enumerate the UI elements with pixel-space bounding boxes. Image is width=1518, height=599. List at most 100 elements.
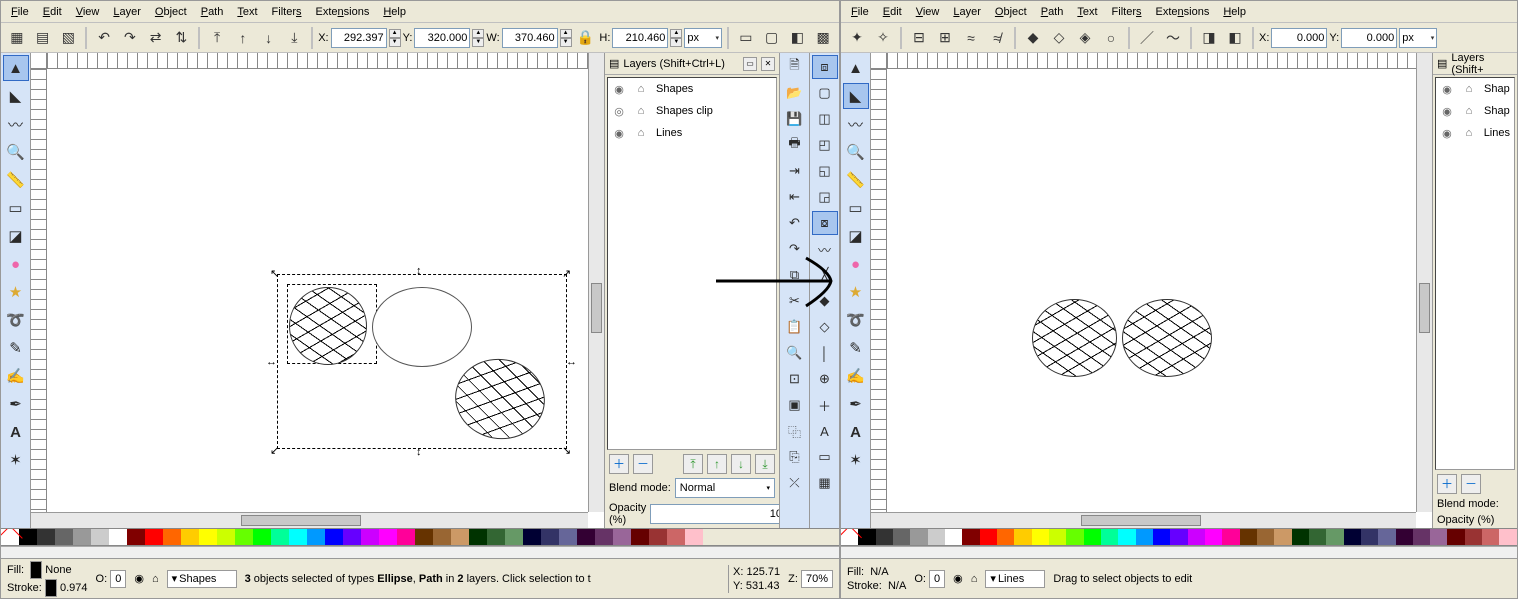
color-swatch[interactable] (1101, 529, 1118, 546)
node-tool-icon[interactable]: ◣ (843, 83, 869, 109)
h-spinner[interactable]: ▲▼ (670, 29, 682, 47)
color-swatch[interactable] (271, 529, 289, 546)
snap-edge-icon[interactable]: ◫ (812, 107, 838, 131)
snap-obj-center-icon[interactable]: ⊕ (812, 367, 838, 391)
color-swatch[interactable] (469, 529, 487, 546)
menu-text[interactable]: Text (1071, 4, 1103, 20)
color-swatch[interactable] (145, 529, 163, 546)
deselect-icon[interactable]: ▧ (57, 26, 81, 50)
color-swatch[interactable] (667, 529, 685, 546)
color-swatch[interactable] (1049, 529, 1066, 546)
color-swatch[interactable] (1447, 529, 1464, 546)
layer-top-button[interactable]: ⤒ (683, 454, 703, 474)
node-join-icon[interactable]: ⊞ (933, 26, 957, 50)
layer-row[interactable]: ◉ ⌂ Shap (1436, 100, 1514, 122)
palette-scrollbar[interactable] (841, 546, 1517, 558)
color-swatch[interactable] (997, 529, 1014, 546)
menu-extensions[interactable]: Extensions (310, 4, 376, 20)
snap-node-icon[interactable]: ⧇ (812, 211, 838, 235)
color-swatch[interactable] (1396, 529, 1413, 546)
snap-page-icon[interactable]: ▭ (812, 445, 838, 469)
menu-filters[interactable]: Filters (266, 4, 308, 20)
menu-object[interactable]: Object (149, 4, 193, 20)
color-swatch[interactable] (181, 529, 199, 546)
selector-tool-icon[interactable]: ▲ (3, 55, 29, 81)
seg-line-icon[interactable]: ／ (1135, 26, 1159, 50)
color-swatch[interactable] (1222, 529, 1239, 546)
calligraphy-tool-icon[interactable]: ✍ (843, 363, 869, 389)
blend-select[interactable]: Normal (675, 478, 775, 498)
visible-icon[interactable]: ◉ (612, 127, 626, 140)
visible-icon[interactable]: ◎ (612, 105, 626, 118)
node-delete-icon[interactable]: ✧ (871, 26, 895, 50)
color-swatch[interactable] (307, 529, 325, 546)
raise-icon[interactable]: ↑ (231, 26, 255, 50)
color-swatch[interactable] (487, 529, 505, 546)
pencil-tool-icon[interactable]: ✎ (843, 335, 869, 361)
lock-icon[interactable]: ⌂ (634, 105, 648, 117)
undo-icon[interactable]: ↶ (782, 211, 808, 235)
visible-icon[interactable]: ◉ (1440, 83, 1454, 96)
print-icon[interactable]: 🖶 (782, 133, 808, 157)
color-swatch[interactable] (289, 529, 307, 546)
color-swatch[interactable] (217, 529, 235, 546)
ruler-vertical[interactable] (871, 69, 887, 512)
color-swatch[interactable] (577, 529, 595, 546)
layer-row[interactable]: ◉ ⌂ Lines (608, 122, 776, 144)
visible-icon[interactable]: ◉ (1440, 127, 1454, 140)
zoom-tool-icon[interactable]: 🔍 (3, 139, 29, 165)
color-swatch[interactable] (631, 529, 649, 546)
node-cusp-icon[interactable]: ◆ (1021, 26, 1045, 50)
layer-row[interactable]: ◎ ⌂ Shapes clip (608, 100, 776, 122)
lock-icon[interactable]: ⌂ (1462, 105, 1476, 117)
opacity-o-value[interactable]: 0 (929, 570, 945, 588)
color-swatch[interactable] (928, 529, 945, 546)
lock-icon[interactable]: ⌂ (1462, 83, 1476, 95)
raise-top-icon[interactable]: ⤒ (205, 26, 229, 50)
lock-icon[interactable]: ⌂ (634, 83, 648, 95)
zoom-input[interactable]: 70% (801, 570, 833, 588)
node-del-seg-icon[interactable]: ≉ (985, 26, 1009, 50)
tweak-tool-icon[interactable]: 〰 (3, 111, 29, 137)
ruler-horizontal[interactable] (887, 53, 1416, 69)
rotate-cw-icon[interactable]: ↷ (118, 26, 142, 50)
layer-lock-icon[interactable]: ⌂ (971, 573, 978, 585)
color-swatch[interactable] (1413, 529, 1430, 546)
visible-icon[interactable]: ◉ (612, 83, 626, 96)
color-swatch[interactable] (1170, 529, 1187, 546)
menu-help[interactable]: Help (377, 4, 412, 20)
color-swatch[interactable] (980, 529, 997, 546)
lock-icon[interactable]: ⌂ (1462, 127, 1476, 139)
selector-tool-icon[interactable]: ▲ (843, 55, 869, 81)
color-swatch[interactable] (127, 529, 145, 546)
x-input[interactable] (1271, 28, 1327, 48)
scrollbar-horizontal[interactable] (31, 512, 588, 528)
color-swatch[interactable] (1084, 529, 1101, 546)
seg-curve-icon[interactable]: 〜 (1161, 26, 1185, 50)
color-swatch[interactable] (1153, 529, 1170, 546)
color-swatch[interactable] (1014, 529, 1031, 546)
snap-mid-icon[interactable]: ◱ (812, 159, 838, 183)
node-insert-icon[interactable]: ✦ (845, 26, 869, 50)
no-fill-swatch[interactable] (1, 529, 19, 546)
color-swatch[interactable] (1361, 529, 1378, 546)
layer-row[interactable]: ◉ ⌂ Lines (1436, 122, 1514, 144)
menu-file[interactable]: File (5, 4, 35, 20)
color-swatch[interactable] (415, 529, 433, 546)
y-input[interactable] (1341, 28, 1397, 48)
no-fill-swatch[interactable] (841, 529, 858, 546)
bezier-tool-icon[interactable]: ✒ (3, 391, 29, 417)
flip-h-icon[interactable]: ⇄ (144, 26, 168, 50)
menu-filters[interactable]: Filters (1106, 4, 1148, 20)
opacity-o-value[interactable]: 0 (110, 570, 126, 588)
export-icon[interactable]: ⇤ (782, 185, 808, 209)
menu-object[interactable]: Object (989, 4, 1033, 20)
canvas[interactable] (871, 53, 1432, 528)
lower-icon[interactable]: ↓ (257, 26, 281, 50)
color-swatch[interactable] (109, 529, 127, 546)
y-input[interactable] (414, 28, 470, 48)
snap-toggle-icon[interactable]: ⧈ (812, 55, 838, 79)
color-swatch[interactable] (199, 529, 217, 546)
ellipse[interactable] (372, 287, 472, 367)
color-swatch[interactable] (235, 529, 253, 546)
